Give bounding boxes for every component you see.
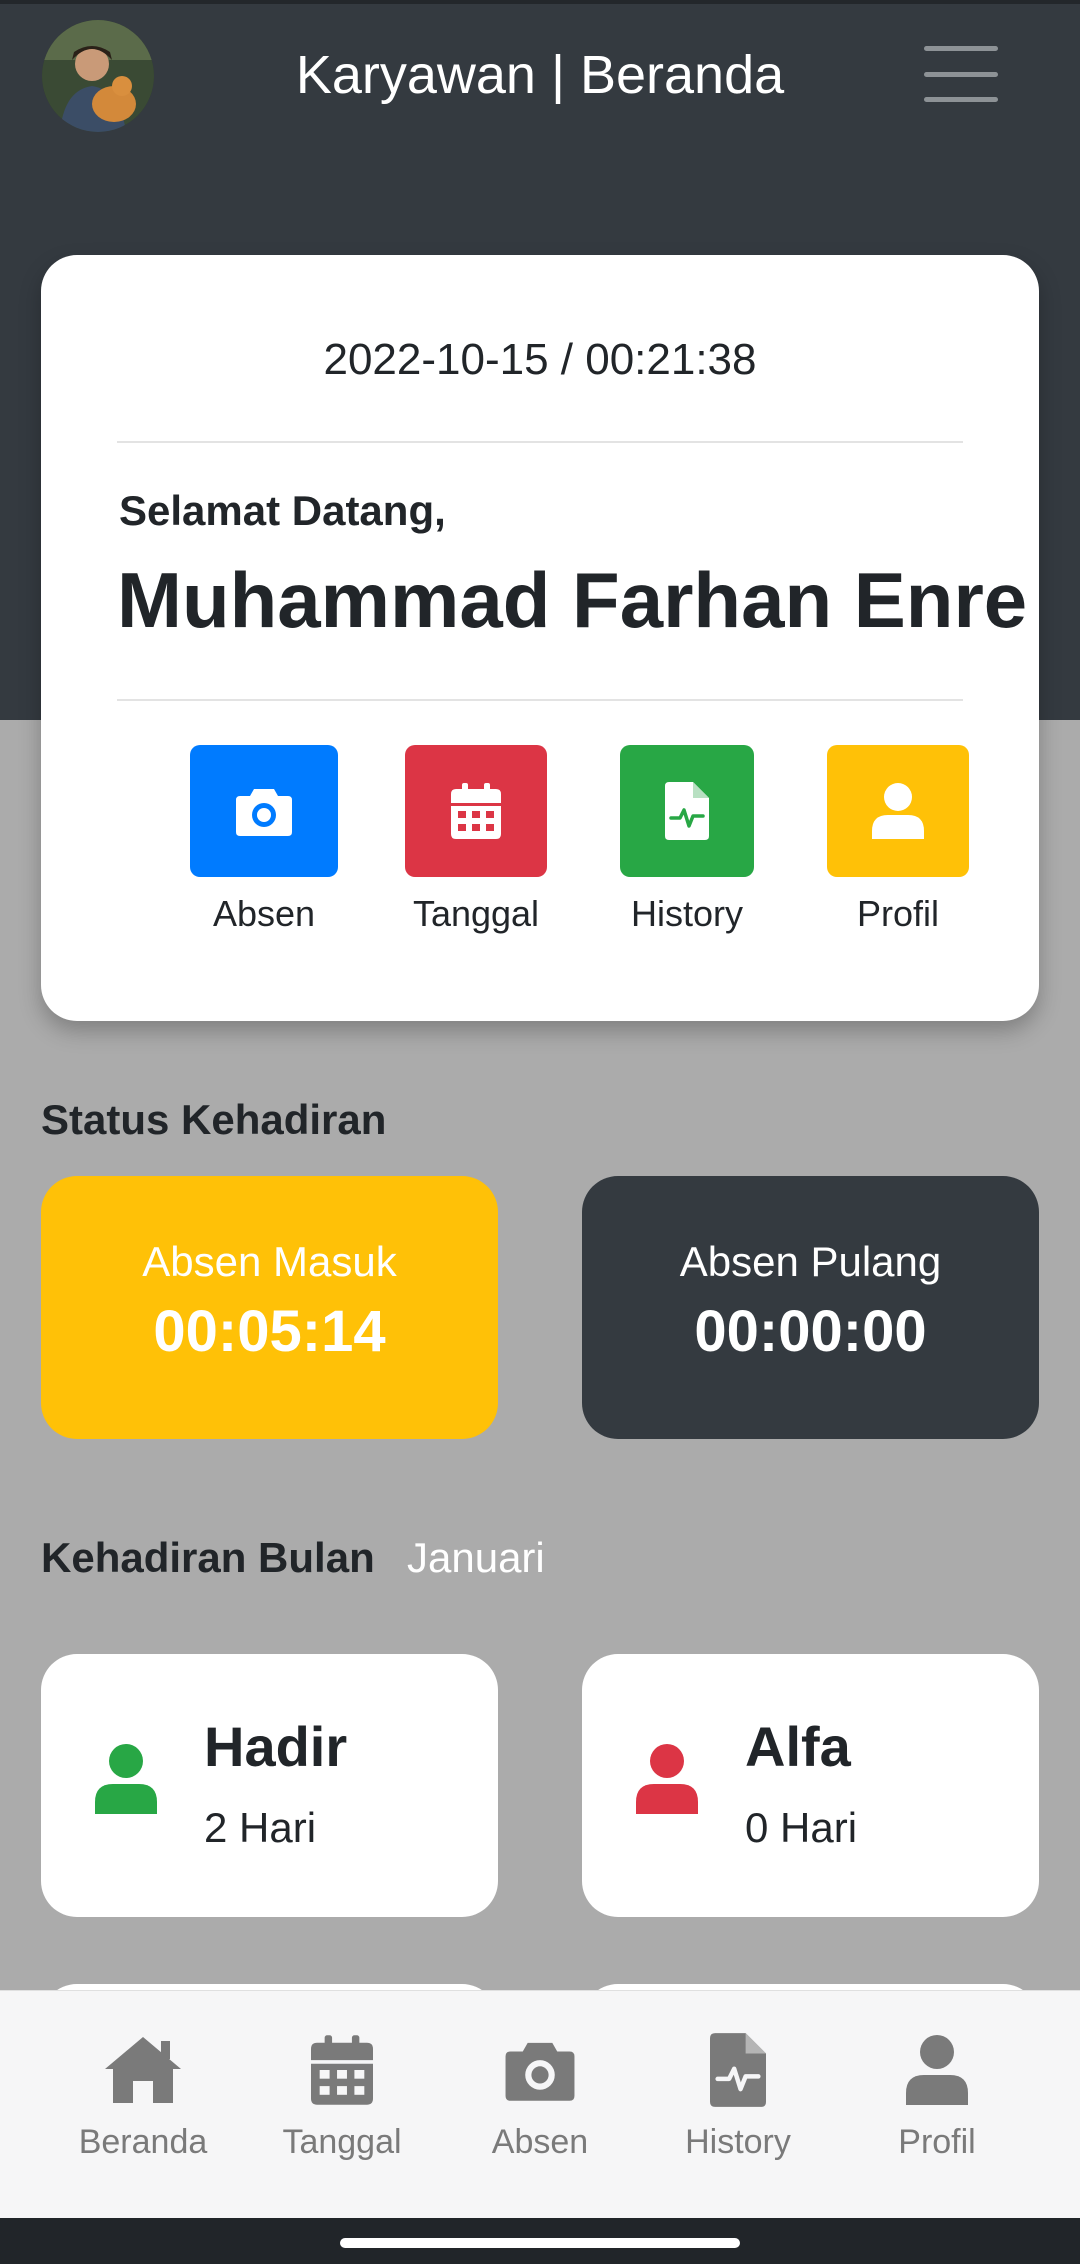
absen-label: Absen (212, 893, 316, 934)
absen-button[interactable] (190, 745, 338, 877)
status-section-title: Status Kehadiran (41, 1096, 387, 1143)
quick-action-history[interactable]: History (597, 745, 777, 935)
hadir-title: Hadir (204, 1715, 348, 1778)
menu-bar (924, 97, 998, 102)
home-icon (105, 2037, 181, 2103)
home-gesture-handle[interactable] (340, 2238, 740, 2248)
nav-item-beranda[interactable]: Beranda (48, 2031, 238, 2162)
profil-label: Profil (856, 893, 940, 934)
user-icon (872, 783, 924, 839)
divider (117, 441, 963, 443)
nav-item-absen[interactable]: Absen (445, 2031, 635, 2162)
bottom-navigation: Beranda Tanggal Absen History Profil (0, 1990, 1080, 2218)
divider (117, 699, 963, 701)
calendar-icon (311, 2035, 373, 2105)
hamburger-menu-button[interactable] (924, 46, 998, 102)
user-icon (906, 2035, 968, 2105)
nav-label-history: History (685, 2123, 791, 2161)
nav-item-history[interactable]: History (643, 2031, 833, 2162)
user-icon (636, 1744, 698, 1814)
page-title: Karyawan | Beranda (295, 45, 785, 105)
nav-label-profil: Profil (898, 2123, 976, 2161)
alfa-card: Alfa 0 Hari (582, 1654, 1039, 1917)
absen-masuk-card: Absen Masuk 00:05:14 (41, 1176, 498, 1439)
nav-item-tanggal[interactable]: Tanggal (247, 2031, 437, 2162)
month-label: Januari (407, 1534, 545, 1581)
tanggal-button[interactable] (405, 745, 547, 877)
menu-bar (924, 46, 998, 51)
nav-label-tanggal: Tanggal (282, 2123, 402, 2161)
profil-button[interactable] (827, 745, 969, 877)
absen-masuk-time: 00:05:14 (153, 1299, 386, 1364)
nav-label-absen: Absen (491, 2123, 589, 2161)
user-name: Muhammad Farhan Enre (117, 556, 1028, 644)
calendar-icon (451, 783, 501, 839)
nav-item-profil[interactable]: Profil (842, 2031, 1032, 2162)
attendance-section-title: Kehadiran Bulan (41, 1534, 375, 1581)
alfa-value: 0 Hari (745, 1804, 858, 1851)
medical-file-icon (665, 782, 709, 840)
hadir-card: Hadir 2 Hari (41, 1654, 498, 1917)
absen-pulang-time: 00:00:00 (694, 1299, 927, 1364)
absen-pulang-card: Absen Pulang 00:00:00 (582, 1176, 1039, 1439)
quick-action-profil[interactable]: Profil (808, 745, 988, 935)
history-button[interactable] (620, 745, 754, 877)
welcome-card: 2022-10-15 / 00:21:38 Selamat Datang, Mu… (41, 255, 1039, 1021)
camera-icon (236, 789, 292, 836)
quick-action-absen[interactable]: Absen (174, 745, 354, 935)
current-datetime: 2022-10-15 / 00:21:38 (323, 335, 757, 384)
greeting-text: Selamat Datang, (119, 487, 446, 534)
nav-label-beranda: Beranda (78, 2123, 208, 2161)
menu-bar (924, 71, 998, 77)
hadir-value: 2 Hari (204, 1804, 317, 1851)
tanggal-label: Tanggal (412, 893, 540, 934)
system-navigation-bar (0, 2218, 1080, 2264)
history-label: History (630, 893, 743, 934)
app-header: Karyawan | Beranda (0, 0, 1080, 150)
alfa-title: Alfa (745, 1715, 851, 1778)
absen-masuk-label: Absen Masuk (142, 1238, 397, 1285)
medical-file-icon (710, 2033, 766, 2107)
absen-pulang-label: Absen Pulang (679, 1238, 942, 1285)
user-icon (95, 1744, 157, 1814)
camera-icon (505, 2042, 575, 2101)
quick-action-tanggal[interactable]: Tanggal (386, 745, 566, 935)
